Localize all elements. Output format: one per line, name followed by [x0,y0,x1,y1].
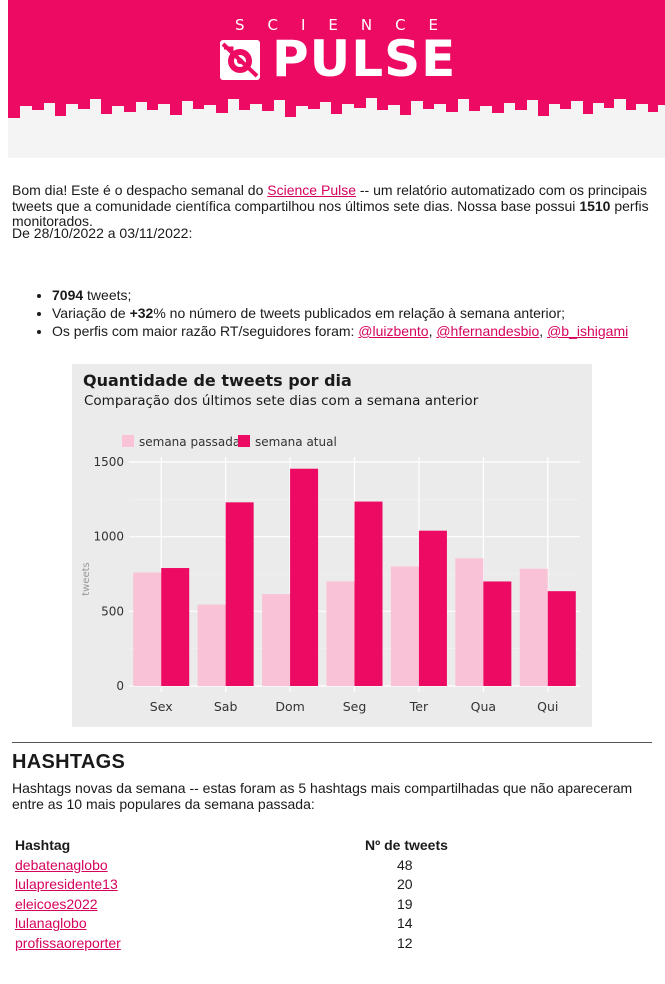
column-header-count: Nº de tweets [365,837,448,853]
legend-label: semana passada [139,435,240,449]
legend-label: semana atual [255,435,337,449]
tweet-count: 12 [397,934,413,951]
summary-list: 7094 tweets; Variação de +32% no número … [12,286,652,340]
tweet-count: 19 [397,895,413,912]
intro-paragraph: Bom dia! Este é o despacho semanal do Sc… [12,182,652,230]
x-tick-label: Sex [150,699,173,714]
table-row: lulanaglobo 14 [12,914,482,934]
bar-current-week [161,568,190,686]
tweets-suffix: tweets; [83,287,132,303]
bar-current-week [547,591,576,686]
science-pulse-link[interactable]: Science Pulse [267,182,356,198]
x-axis-ticks: Sex Sab Dom Seg Ter Qua Qui [150,699,559,714]
brand-title: PULSE [272,30,457,88]
tweet-count: 20 [397,876,413,893]
hashtag-link[interactable]: lulapresidente13 [15,876,118,892]
profiles-count: 1510 [579,197,611,214]
tweets-per-day-chart: Quantidade de tweets por dia Comparação … [72,364,592,727]
y-axis-label: tweets [81,562,92,596]
table-row: debatenaglobo 48 [12,855,482,875]
y-tick-label: 0 [116,679,124,693]
bar-previous-week [262,594,291,686]
legend-swatch [238,435,250,447]
x-tick-label: Seg [343,699,367,714]
y-axis-ticks: 0 500 1000 1500 [93,455,124,693]
hashtag-link[interactable]: profissaoreporter [15,935,121,951]
variation-suffix: % no número de tweets publicados em rela… [153,305,566,321]
section-divider [12,742,652,743]
tweet-count: 14 [397,915,413,932]
bar-previous-week [326,581,355,686]
bar-previous-week [455,558,484,686]
bar-previous-week [519,568,548,686]
legend-swatch [122,435,134,447]
x-tick-label: Dom [275,699,304,714]
table-header-row: Hashtag Nº de tweets [12,836,482,855]
y-tick-label: 1000 [93,530,124,544]
table-row: profissaoreporter 12 [12,933,482,953]
bar-current-week [483,581,512,686]
bar-current-week [225,502,254,686]
list-item: Variação de +32% no número de tweets pub… [52,304,652,322]
chart-subtitle: Comparação dos últimos sete dias com a s… [84,393,479,409]
column-header-hashtag: Hashtag [15,837,71,853]
bar-previous-week [390,566,419,686]
table-row: eleicoes2022 19 [12,894,482,914]
bar-current-week [290,468,319,686]
hashtag-link[interactable]: eleicoes2022 [15,896,98,912]
hashtags-table: Hashtag Nº de tweets debatenaglobo 48 lu… [12,836,482,953]
list-item: 7094 tweets; [52,286,652,304]
tweets-count: 7094 [52,287,84,303]
profile-link[interactable]: @luizbento [358,323,428,339]
hashtag-link[interactable]: lulanaglobo [15,915,87,931]
profiles-prefix: Os perfis com maior razão RT/seguidores … [52,323,359,339]
hashtag-link[interactable]: debatenaglobo [15,857,108,873]
bar-current-week [354,501,383,686]
y-tick-label: 500 [101,604,124,618]
bar-previous-week [197,604,226,686]
bar-previous-week [133,572,162,686]
chart-legend: semana passada semana atual [122,435,337,449]
variation-prefix: Variação de [52,305,130,321]
bar-current-week [418,530,447,686]
table-row: lulapresidente13 20 [12,875,482,895]
hashtags-intro: Hashtags novas da semana -- estas foram … [12,780,633,812]
profile-link[interactable]: @b_ishigami [547,323,628,339]
header-banner: SCIENCE PULSE [8,0,665,158]
tweet-count: 48 [397,856,413,873]
y-tick-label: 1500 [93,455,124,469]
list-item: Os perfis com maior razão RT/seguidores … [52,322,652,340]
x-tick-label: Sab [214,699,238,714]
intro-greeting: Bom dia! Este é o despacho semanal do [12,182,268,198]
hashtags-heading: HASHTAGS [12,751,126,773]
period-label: De 28/10/2022 a 03/11/2022: [12,225,193,241]
x-tick-label: Ter [409,699,429,714]
science-pulse-logo-icon [220,40,260,80]
variation-value: +32 [129,305,154,321]
x-tick-label: Qui [537,699,558,714]
profile-link[interactable]: @hfernandesbio [436,323,539,339]
x-tick-label: Qua [471,699,496,714]
chart-svg: Quantidade de tweets por dia Comparação … [81,371,580,714]
chart-title: Quantidade de tweets por dia [83,371,352,390]
